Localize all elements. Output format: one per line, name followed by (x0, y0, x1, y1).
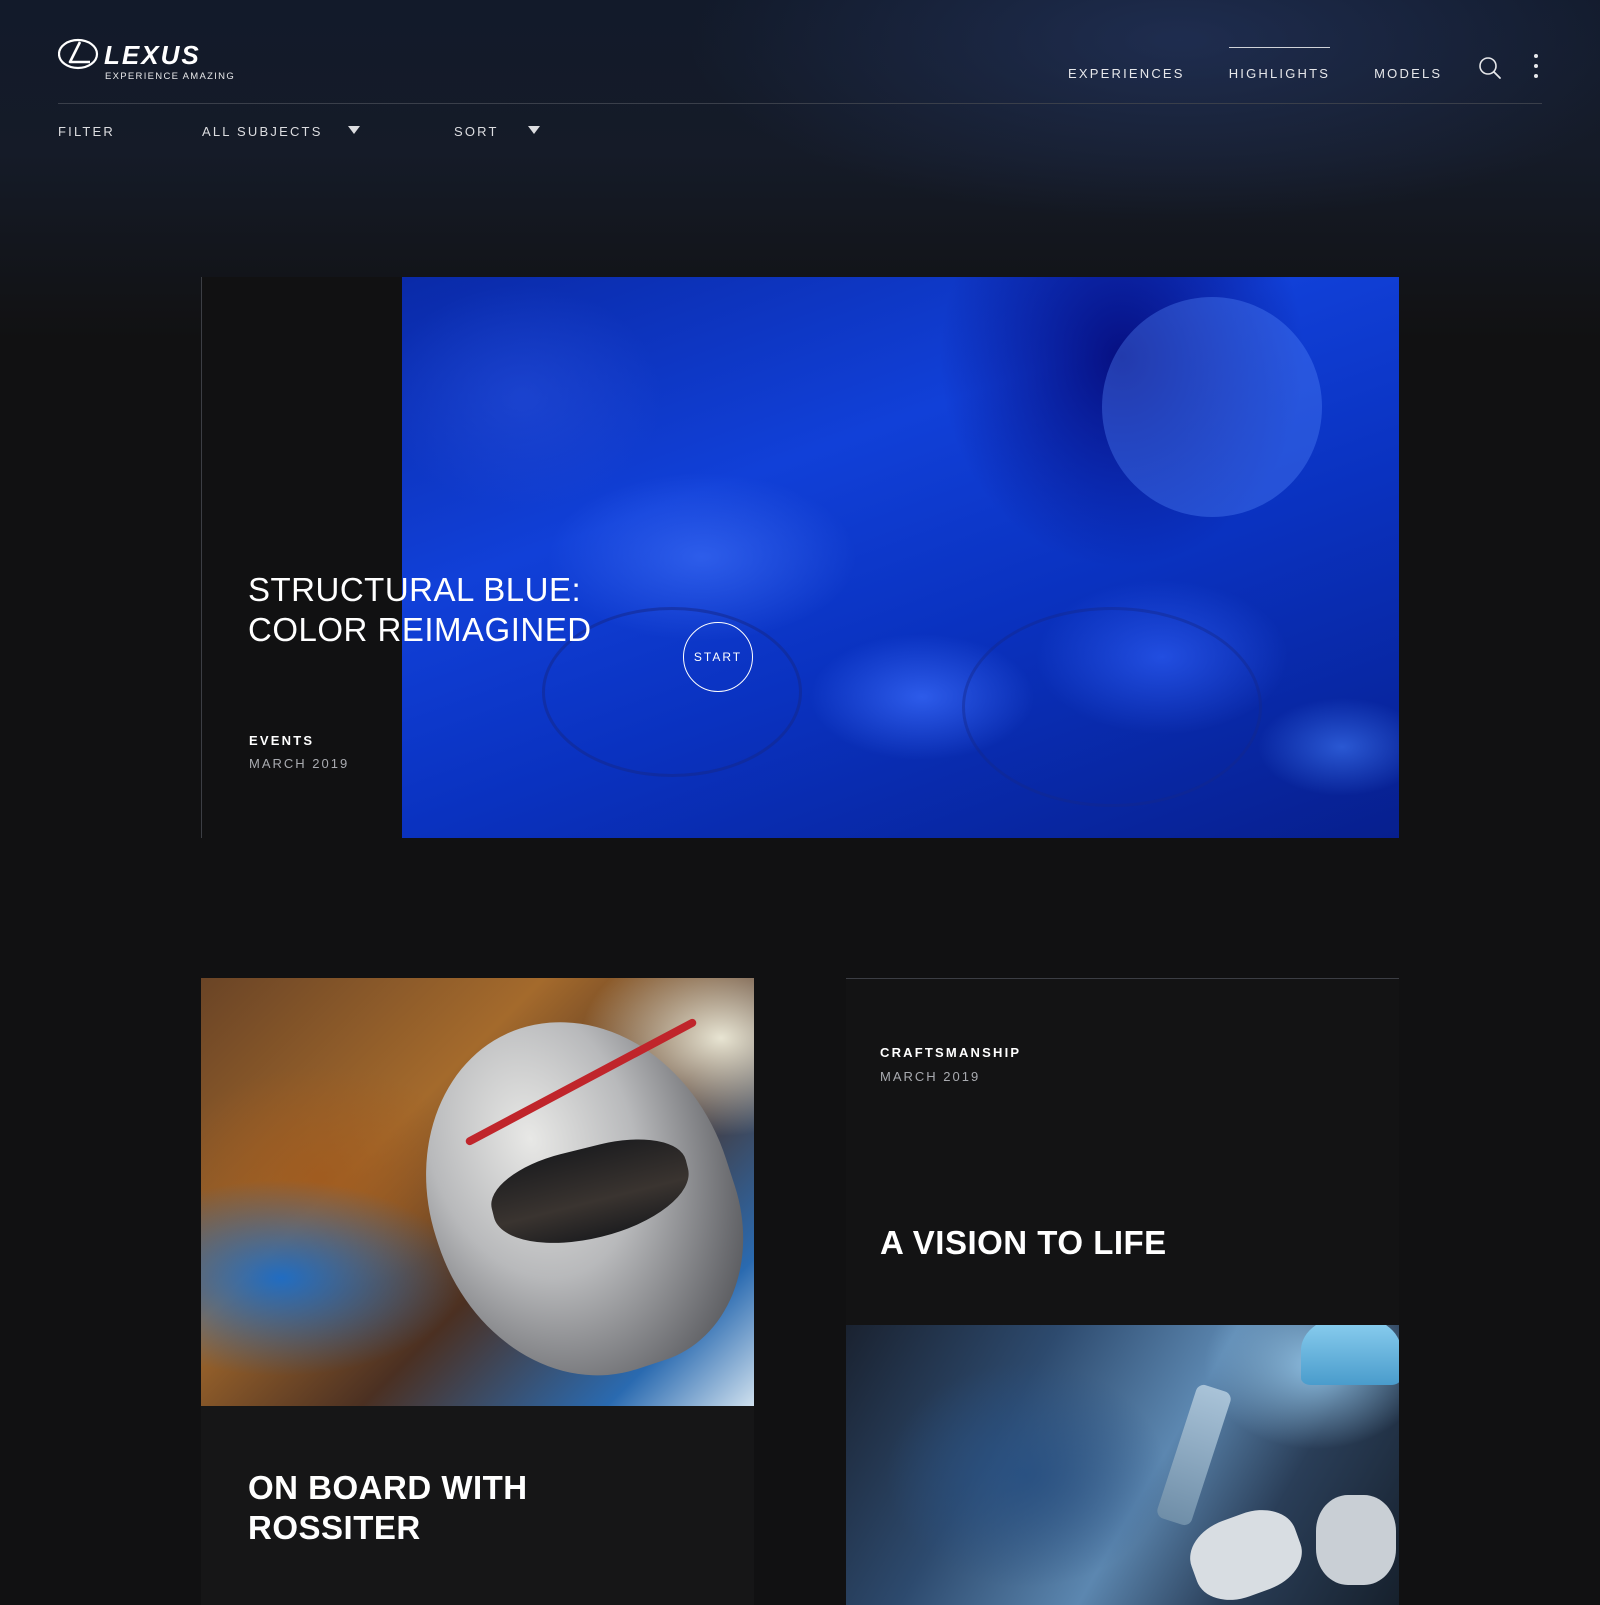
image-detail (1102, 297, 1322, 517)
nav-experiences[interactable]: EXPERIENCES (1068, 66, 1185, 81)
image-detail (1180, 1498, 1312, 1605)
start-button[interactable]: START (683, 622, 753, 692)
sort-dropdown[interactable]: SORT (454, 124, 499, 139)
card-date: MARCH 2019 (880, 1069, 981, 1084)
main-nav: EXPERIENCES HIGHLIGHTS MODELS (1068, 47, 1486, 81)
image-detail (1301, 1325, 1399, 1385)
card-category: CRAFTSMANSHIP (880, 1045, 1022, 1060)
feature-title[interactable]: STRUCTURAL BLUE: COLOR REIMAGINED (248, 570, 592, 650)
image-detail (962, 607, 1262, 807)
brand-tagline: EXPERIENCE AMAZING (105, 71, 236, 82)
feature-title-line: STRUCTURAL BLUE: (248, 571, 582, 608)
chevron-down-icon[interactable] (348, 126, 360, 134)
card-title[interactable]: A VISION TO LIFE (880, 1223, 1167, 1263)
lexus-logo[interactable]: LEXUS EXPERIENCE AMAZING (58, 38, 234, 82)
card-title-line: ROSSITER (248, 1509, 421, 1546)
filter-bar: FILTER ALL SUBJECTS SORT (58, 124, 658, 144)
vision-card[interactable]: CRAFTSMANSHIP MARCH 2019 A VISION TO LIF… (846, 978, 1399, 1605)
feature-category: EVENTS (249, 733, 315, 748)
chevron-down-icon[interactable] (528, 126, 540, 134)
rossiter-card[interactable]: ON BOARD WITH ROSSITER (201, 978, 754, 1605)
card-title-line: ON BOARD WITH (248, 1469, 528, 1506)
more-vertical-icon[interactable] (1530, 54, 1542, 82)
engine-craftsman-image (846, 1325, 1399, 1605)
nav-models[interactable]: MODELS (1374, 66, 1442, 81)
feature-date: MARCH 2019 (249, 756, 350, 771)
filter-label: FILTER (58, 124, 116, 139)
lexus-emblem-icon: LEXUS (58, 38, 201, 70)
brand-wordmark: LEXUS (104, 40, 201, 70)
feature-image (402, 277, 1399, 838)
search-icon[interactable] (1478, 56, 1502, 80)
subject-dropdown[interactable]: ALL SUBJECTS (202, 124, 323, 139)
site-header: LEXUS EXPERIENCE AMAZING EXPERIENCES HIG… (58, 0, 1542, 104)
card-title[interactable]: ON BOARD WITH ROSSITER (248, 1468, 528, 1548)
racing-driver-image (201, 978, 754, 1406)
feature-text-panel (202, 277, 402, 838)
image-detail (1155, 1382, 1233, 1528)
image-detail (1316, 1495, 1396, 1585)
feature-card[interactable]: STRUCTURAL BLUE: COLOR REIMAGINED START … (201, 277, 1399, 838)
nav-highlights[interactable]: HIGHLIGHTS (1228, 47, 1331, 81)
feature-title-line: COLOR REIMAGINED (248, 611, 592, 648)
